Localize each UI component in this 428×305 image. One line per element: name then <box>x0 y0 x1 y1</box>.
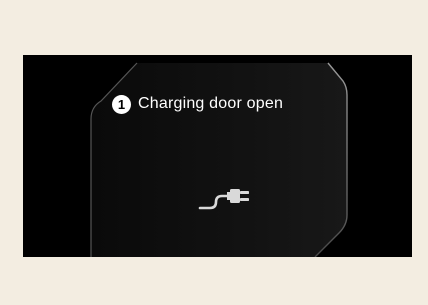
charging-door-outline <box>90 62 348 257</box>
illustration-frame: 1 Charging door open <box>0 0 428 305</box>
plug-icon <box>198 189 249 210</box>
status-message: 1 Charging door open <box>112 93 283 115</box>
charging-status-display: 1 Charging door open <box>23 55 412 257</box>
status-number-badge: 1 <box>112 94 131 114</box>
status-message-text: Charging door open <box>138 95 284 112</box>
